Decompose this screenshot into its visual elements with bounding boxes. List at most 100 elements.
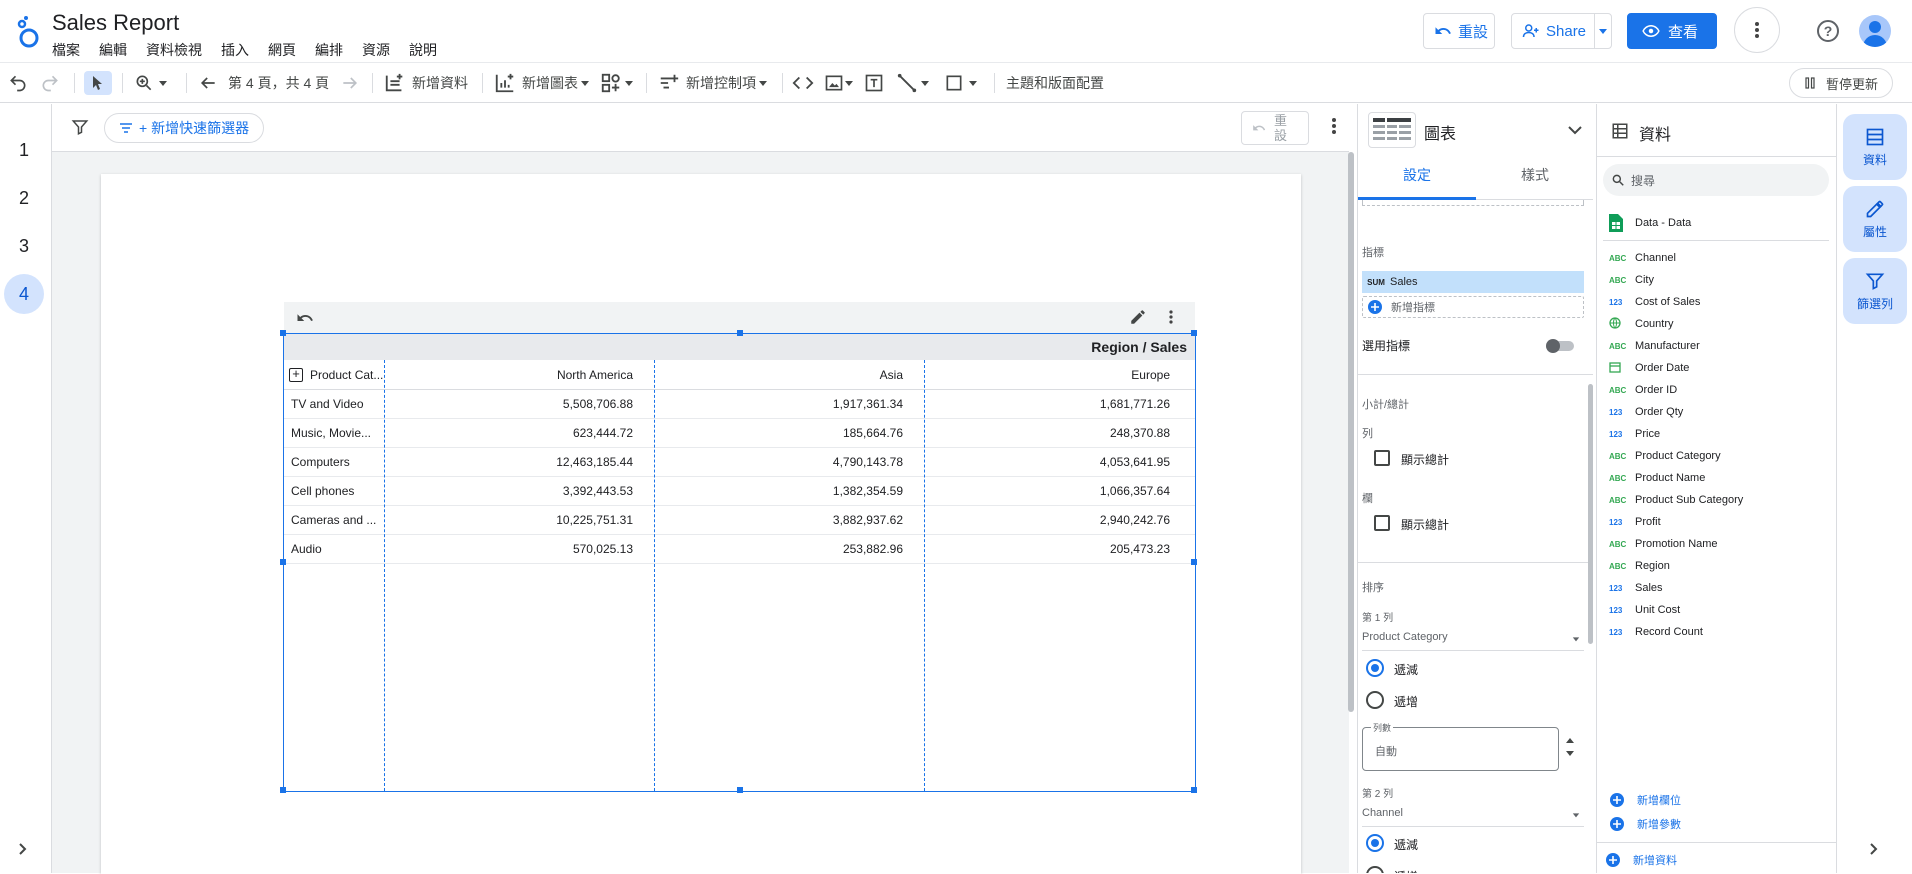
- undo-icon[interactable]: [8, 71, 28, 95]
- select-tool-icon[interactable]: [84, 71, 112, 95]
- canvas-more-icon[interactable]: [1332, 118, 1336, 139]
- resize-handle[interactable]: [737, 787, 743, 793]
- more-options-button[interactable]: [1734, 7, 1780, 53]
- column-divider[interactable]: [384, 360, 385, 791]
- field-item[interactable]: ABC Product Category: [1609, 445, 1721, 467]
- sort2-asc-radio[interactable]: [1366, 866, 1384, 873]
- expand-plus-icon[interactable]: +: [289, 367, 303, 382]
- resize-handle[interactable]: [737, 330, 743, 336]
- menu-insert[interactable]: 插入: [221, 40, 249, 60]
- field-item[interactable]: ABC City: [1609, 269, 1654, 291]
- field-item[interactable]: Country: [1609, 313, 1674, 335]
- sort1-desc-radio[interactable]: [1366, 659, 1384, 677]
- filter-icon[interactable]: [71, 118, 89, 141]
- menu-edit[interactable]: 編輯: [99, 40, 127, 60]
- header-product-category[interactable]: Product Cat...: [310, 360, 384, 389]
- field-item[interactable]: 123 Cost of Sales: [1609, 291, 1700, 313]
- resize-handle[interactable]: [1191, 559, 1197, 565]
- collapse-chevron-icon[interactable]: [1568, 122, 1582, 140]
- show-total-row-checkbox[interactable]: [1374, 450, 1390, 466]
- metric-chip-sales[interactable]: SUM Sales: [1362, 271, 1584, 293]
- looker-studio-logo-icon[interactable]: [14, 14, 42, 48]
- previous-page-icon[interactable]: [198, 71, 218, 95]
- field-item[interactable]: ABC Region: [1609, 555, 1670, 577]
- help-icon[interactable]: ?: [1817, 20, 1839, 42]
- canvas-scrollbar[interactable]: [1348, 152, 1354, 712]
- show-total-column-checkbox[interactable]: [1374, 515, 1390, 531]
- data-source[interactable]: Data - Data: [1609, 214, 1691, 232]
- page-1[interactable]: 1: [4, 130, 44, 170]
- dimension-dropzone[interactable]: [1362, 200, 1584, 206]
- setup-scrollbar[interactable]: [1588, 384, 1593, 644]
- chart-undo-icon[interactable]: [296, 309, 314, 332]
- menu-file[interactable]: 檔案: [52, 40, 80, 60]
- menu-page[interactable]: 網頁: [268, 40, 296, 60]
- optional-metric-toggle[interactable]: [1546, 339, 1574, 353]
- add-parameter-button[interactable]: 新增參數: [1609, 816, 1681, 832]
- rail-data-button[interactable]: 資料: [1843, 114, 1907, 180]
- pivot-table-icon[interactable]: [1368, 112, 1416, 148]
- field-item[interactable]: ABC Promotion Name: [1609, 533, 1718, 555]
- column-divider[interactable]: [924, 360, 925, 791]
- community-visualization-icon[interactable]: [600, 71, 634, 95]
- resize-handle[interactable]: [280, 787, 286, 793]
- pause-updates-button[interactable]: 暫停更新: [1789, 68, 1893, 98]
- page-3[interactable]: 3: [4, 226, 44, 266]
- text-box-icon[interactable]: [864, 71, 884, 95]
- resize-handle[interactable]: [1191, 787, 1197, 793]
- field-item[interactable]: ABC Product Sub Category: [1609, 489, 1743, 511]
- edit-pencil-icon[interactable]: [1129, 308, 1147, 331]
- field-item[interactable]: 123 Profit: [1609, 511, 1661, 533]
- resize-handle[interactable]: [1191, 330, 1197, 336]
- sort1-asc-radio[interactable]: [1366, 691, 1384, 709]
- rail-filter-button[interactable]: 篩選列: [1843, 258, 1907, 324]
- tab-setup[interactable]: 設定: [1358, 160, 1476, 200]
- rail-properties-button[interactable]: 屬性: [1843, 186, 1907, 252]
- view-button[interactable]: 查看: [1627, 13, 1717, 49]
- field-item[interactable]: ABC Manufacturer: [1609, 335, 1700, 357]
- tab-style[interactable]: 樣式: [1476, 160, 1593, 200]
- row-count-input[interactable]: 列數 自動: [1362, 721, 1559, 771]
- column-divider[interactable]: [654, 360, 655, 791]
- menu-resource[interactable]: 資源: [362, 40, 390, 60]
- field-search-input[interactable]: 搜尋: [1603, 164, 1829, 196]
- zoom-icon[interactable]: [134, 71, 168, 95]
- embed-code-icon[interactable]: [792, 71, 814, 95]
- menu-arrange[interactable]: 編排: [315, 40, 343, 60]
- field-item[interactable]: ABC Order ID: [1609, 379, 1677, 401]
- menu-help[interactable]: 說明: [409, 40, 437, 60]
- avatar[interactable]: [1859, 15, 1891, 47]
- expand-icon[interactable]: [16, 842, 30, 861]
- header-asia[interactable]: Asia: [655, 360, 921, 389]
- add-control-button[interactable]: 新增控制項: [658, 71, 768, 95]
- field-item[interactable]: ABC Product Name: [1609, 467, 1705, 489]
- page-2[interactable]: 2: [4, 178, 44, 218]
- add-field-button[interactable]: 新增欄位: [1609, 792, 1681, 808]
- add-quick-filter-button[interactable]: + 新增快速篩選器: [104, 113, 265, 143]
- reset-button[interactable]: 重設: [1423, 13, 1495, 49]
- header-north-america[interactable]: North America: [385, 360, 651, 389]
- pivot-table-chart[interactable]: Region / Sales + Product Cat... North Am…: [280, 330, 1197, 793]
- menu-view[interactable]: 資料檢視: [146, 40, 202, 60]
- redo-icon[interactable]: [40, 71, 60, 95]
- sort1-field-select[interactable]: Product Category: [1362, 631, 1584, 651]
- add-data-button[interactable]: 新增資料: [384, 71, 468, 95]
- theme-layout-button[interactable]: 主題和版面配置: [1006, 71, 1104, 95]
- sort2-field-select[interactable]: Channel: [1362, 807, 1584, 827]
- resize-handle[interactable]: [280, 559, 286, 565]
- add-data-source-button[interactable]: 新增資料: [1605, 852, 1677, 868]
- field-item[interactable]: 123 Unit Cost: [1609, 599, 1680, 621]
- share-button[interactable]: Share: [1511, 13, 1595, 49]
- field-item[interactable]: 123 Sales: [1609, 577, 1663, 599]
- page-4[interactable]: 4: [4, 274, 44, 314]
- sort2-desc-radio[interactable]: [1366, 834, 1384, 852]
- collapse-panel-icon[interactable]: [1867, 842, 1881, 861]
- canvas-reset-button[interactable]: 重設: [1241, 111, 1309, 145]
- report-title[interactable]: Sales Report: [52, 10, 179, 36]
- header-europe[interactable]: Europe: [924, 360, 1190, 389]
- next-page-icon[interactable]: [340, 71, 360, 95]
- add-chart-button[interactable]: 新增圖表: [494, 71, 590, 95]
- shape-icon[interactable]: [944, 71, 978, 95]
- chart-more-icon[interactable]: [1169, 310, 1173, 329]
- stepper-arrows-icon[interactable]: [1565, 734, 1575, 765]
